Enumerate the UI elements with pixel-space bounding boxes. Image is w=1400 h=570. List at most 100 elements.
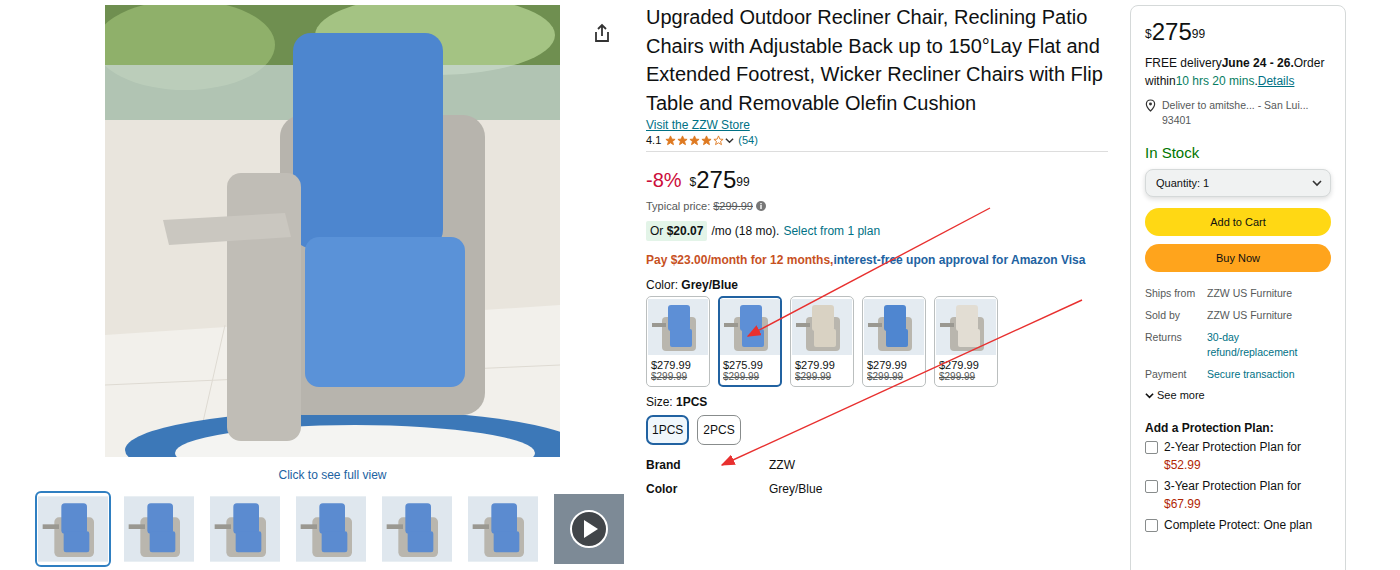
swatch-image bbox=[720, 299, 780, 355]
seller-info: Ships fromZZW US FurnitureSold byZZW US … bbox=[1145, 286, 1331, 382]
deliver-to[interactable]: Deliver to amitshe... - San Lui... 93401 bbox=[1145, 98, 1331, 128]
color-swatches: $279.99$299.99$275.99$299.99$279.99$299.… bbox=[646, 296, 1108, 387]
swatch-image bbox=[936, 299, 996, 355]
star-icon bbox=[713, 135, 724, 146]
thumbnail[interactable] bbox=[293, 491, 369, 567]
size-label: Size: 1PCS bbox=[646, 395, 1108, 409]
buy-box-price: $27599 bbox=[1145, 18, 1331, 46]
star-icon bbox=[689, 135, 700, 146]
annotation-overlay bbox=[0, 0, 1400, 570]
chevron-down-icon bbox=[725, 136, 734, 145]
info-value[interactable]: 30-day refund/replacement bbox=[1207, 330, 1331, 360]
color-swatch[interactable]: $279.99$299.99 bbox=[934, 296, 998, 387]
thumbnail[interactable] bbox=[551, 491, 627, 567]
thumbnail[interactable] bbox=[121, 491, 197, 567]
size-button[interactable]: 1PCS bbox=[646, 415, 689, 445]
info-label: Sold by bbox=[1145, 308, 1207, 323]
price: $27599 bbox=[690, 166, 750, 194]
info-row: Returns30-day refund/replacement bbox=[1145, 330, 1331, 360]
product-info: Upgraded Outdoor Recliner Chair, Reclini… bbox=[646, 0, 1108, 570]
store-link[interactable]: Visit the ZZW Store bbox=[646, 118, 1108, 132]
thumbnail-image bbox=[124, 494, 194, 564]
thumbnail-image bbox=[38, 494, 108, 564]
swatch-image bbox=[648, 299, 708, 355]
swatch-image bbox=[864, 299, 924, 355]
detail-label: Brand bbox=[646, 457, 769, 473]
thumbnail-image bbox=[468, 494, 538, 564]
swatch-old-price: $299.99 bbox=[648, 371, 708, 382]
swatch-old-price: $299.99 bbox=[720, 371, 780, 382]
add-to-cart-button[interactable]: Add to Cart bbox=[1145, 208, 1331, 236]
plan-link[interactable]: Select from 1 plan bbox=[783, 224, 880, 238]
detail-value: Grey/Blue bbox=[769, 481, 822, 497]
full-view-caption[interactable]: Click to see full view bbox=[105, 468, 560, 482]
plan-checkbox[interactable] bbox=[1145, 441, 1158, 454]
color-swatch[interactable]: $279.99$299.99 bbox=[790, 296, 854, 387]
protection-plan[interactable]: Complete Protect: One plan bbox=[1145, 516, 1331, 534]
chevron-down-icon bbox=[1145, 391, 1154, 400]
color-swatch[interactable]: $279.99$299.99 bbox=[862, 296, 926, 387]
card-offer[interactable]: Pay $23.00/month for 12 months,interest-… bbox=[646, 251, 1108, 269]
see-more-link[interactable]: See more bbox=[1145, 389, 1331, 401]
info-value: ZZW US Furniture bbox=[1207, 308, 1292, 323]
info-label: Ships from bbox=[1145, 286, 1207, 301]
video-thumbnail bbox=[554, 494, 624, 564]
detail-row: ColorGrey/Blue bbox=[646, 481, 1108, 497]
delivery-info: FREE deliveryJune 24 - 26.Order within10… bbox=[1145, 54, 1331, 90]
color-label: Color: Grey/Blue bbox=[646, 278, 1108, 292]
plan-checkbox[interactable] bbox=[1145, 519, 1158, 532]
rating-value: 4.1 bbox=[646, 134, 661, 146]
info-row: PaymentSecure transaction bbox=[1145, 367, 1331, 382]
star-icon bbox=[701, 135, 712, 146]
typical-price: Typical price:$299.99 bbox=[646, 200, 1108, 212]
protection-title: Add a Protection Plan: bbox=[1145, 421, 1331, 435]
color-swatch[interactable]: $275.99$299.99 bbox=[718, 296, 782, 387]
thumbnail[interactable] bbox=[35, 491, 111, 567]
color-swatch[interactable]: $279.99$299.99 bbox=[646, 296, 710, 387]
plan-checkbox[interactable] bbox=[1145, 480, 1158, 493]
swatch-price: $279.99 bbox=[936, 359, 996, 371]
thumbnail[interactable] bbox=[207, 491, 283, 567]
share-icon[interactable] bbox=[593, 23, 611, 43]
detail-row: BrandZZW bbox=[646, 457, 1108, 473]
thumbnail-strip bbox=[35, 491, 646, 567]
chevron-down-icon bbox=[1312, 178, 1322, 188]
swatch-image bbox=[792, 299, 852, 355]
thumbnail[interactable] bbox=[379, 491, 455, 567]
size-options: 1PCS 2PCS bbox=[646, 415, 1108, 445]
info-row: Sold byZZW US Furniture bbox=[1145, 308, 1331, 323]
price-row: -8%$27599 bbox=[646, 166, 1108, 194]
location-pin-icon bbox=[1145, 99, 1156, 112]
monthly-terms: /mo (18 mo). bbox=[711, 224, 779, 238]
detail-label: Color bbox=[646, 481, 769, 497]
quantity-select[interactable]: Quantity: 1 bbox=[1145, 169, 1331, 197]
detail-value: ZZW bbox=[769, 457, 795, 473]
swatch-old-price: $299.99 bbox=[792, 371, 852, 382]
thumbnail[interactable] bbox=[465, 491, 541, 567]
product-title: Upgraded Outdoor Recliner Chair, Reclini… bbox=[646, 3, 1108, 117]
buy-now-button[interactable]: Buy Now bbox=[1145, 244, 1331, 272]
protection-plan[interactable]: 2-Year Protection Plan for $52.99 bbox=[1145, 438, 1331, 474]
info-icon[interactable] bbox=[756, 201, 766, 211]
thumbnail-image bbox=[382, 494, 452, 564]
thumbnail-image bbox=[210, 494, 280, 564]
typical-label: Typical price: bbox=[646, 200, 710, 212]
typical-amount: $299.99 bbox=[713, 200, 753, 212]
info-value[interactable]: Secure transaction bbox=[1207, 367, 1295, 382]
product-page: Click to see full view Upgraded Outdoor R… bbox=[0, 0, 1400, 570]
play-icon bbox=[569, 509, 609, 549]
swatch-price: $279.99 bbox=[792, 359, 852, 371]
details-link[interactable]: Details bbox=[1258, 74, 1295, 88]
monthly-badge: Or $20.07 bbox=[646, 221, 707, 241]
image-gallery: Click to see full view bbox=[0, 0, 646, 570]
info-value: ZZW US Furniture bbox=[1207, 286, 1292, 301]
protection-plan[interactable]: 3-Year Protection Plan for $67.99 bbox=[1145, 477, 1331, 513]
info-label: Payment bbox=[1145, 367, 1207, 382]
review-count[interactable]: (54) bbox=[738, 134, 758, 146]
details-table: BrandZZWColorGrey/Blue bbox=[646, 457, 1108, 497]
size-button[interactable]: 2PCS bbox=[697, 415, 740, 445]
rating-row[interactable]: 4.1 (54) bbox=[646, 134, 1108, 146]
info-row: Ships fromZZW US Furniture bbox=[1145, 286, 1331, 301]
annotation-arrow bbox=[722, 300, 1082, 465]
product-image[interactable] bbox=[105, 5, 560, 457]
